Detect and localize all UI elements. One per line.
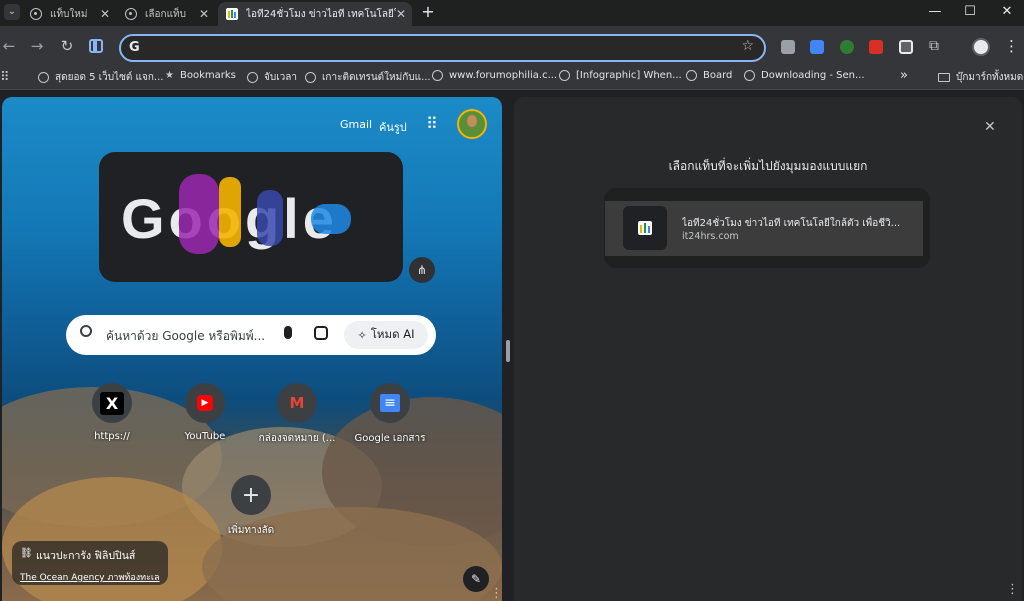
chrome-icon: [30, 8, 42, 20]
globe-icon: [559, 70, 570, 81]
link-icon: ⛓: [20, 548, 33, 559]
share-doodle-button[interactable]: ⋔: [409, 257, 435, 283]
close-split-view-icon[interactable]: ✕: [984, 119, 996, 135]
tab-select-tab[interactable]: เลือกแท็บ ✕: [117, 2, 215, 26]
star-icon: ★: [165, 70, 174, 81]
bookmark-item[interactable]: จับเวลา: [247, 70, 297, 85]
customize-chrome-button[interactable]: ✎: [463, 566, 489, 592]
globe-icon: [432, 70, 443, 81]
close-tab-icon[interactable]: ✕: [199, 7, 209, 21]
pane-menu-icon[interactable]: ⋮: [490, 586, 503, 601]
ai-sparkle-icon: ✧: [357, 328, 367, 342]
shortcut-tile[interactable]: ▶ YouTube: [165, 383, 245, 442]
tab-picker-item-title: ไอที24ชั่วโมง ข่าวไอที เทคโนโลยีใกล้ตัว …: [682, 218, 901, 229]
folder-icon: [938, 73, 950, 82]
bookmark-item[interactable]: Downloading - Sen...: [744, 70, 865, 81]
reload-button[interactable]: ↻: [58, 37, 76, 55]
bookmark-item[interactable]: ★ Bookmarks: [165, 70, 236, 81]
forward-button[interactable]: →: [28, 37, 46, 55]
profile-avatar-icon[interactable]: [972, 38, 990, 56]
close-window-button[interactable]: ✕: [997, 4, 1017, 19]
tab-strip: ⌄ แท็บใหม่ ✕ เลือกแท็บ ✕ ไอที24ชั่วโมง ข…: [0, 0, 1024, 26]
chat-extension-icon[interactable]: [899, 40, 913, 54]
omnibox-input[interactable]: [149, 39, 729, 57]
tab-new-tab[interactable]: แท็บใหม่ ✕: [22, 2, 116, 26]
add-shortcut-tile[interactable]: + เพิ่มทางลัด: [211, 475, 291, 538]
search-icon: [80, 325, 92, 337]
search-placeholder: ค้นหาด้วย Google หรือพิมพ์...: [106, 329, 266, 343]
globe-icon: [38, 72, 49, 83]
tab-label: ไอที24ชั่วโมง ข่าวไอที เทคโนโลยีใกล้...: [246, 8, 396, 20]
close-tab-icon[interactable]: ✕: [100, 7, 110, 21]
bookmark-item[interactable]: [Infographic] When...: [559, 70, 682, 81]
tab-label: แท็บใหม่: [50, 8, 88, 20]
attribution-source[interactable]: The Ocean Agency ภาพท้องทะเล: [20, 570, 160, 584]
extensions-puzzle-icon[interactable]: ⧉: [929, 38, 939, 54]
images-link[interactable]: ค้นรูป: [379, 118, 407, 136]
bookmark-item[interactable]: www.forumophilia.c...: [432, 70, 557, 81]
background-attribution[interactable]: ⛓ แนวปะการัง ฟิลิปปินส์ The Ocean Agency…: [12, 541, 168, 585]
tab-picker-item-url: it24hrs.com: [682, 231, 739, 242]
doodle-figure: [257, 190, 283, 246]
bookmark-star-icon[interactable]: ☆: [741, 38, 754, 54]
google-docs-logo-icon: ≡: [370, 383, 410, 423]
tab-search-button[interactable]: ⌄: [4, 4, 20, 20]
it24hrs-favicon-icon: [226, 8, 238, 20]
translate-extension-icon[interactable]: [810, 40, 824, 54]
shortcut-tile[interactable]: X https://: [72, 383, 152, 442]
tab-label: เลือกแท็บ: [145, 8, 186, 20]
shortcut-tile[interactable]: M กล่องจดหมาย (...: [257, 383, 337, 446]
globe-icon: [744, 70, 755, 81]
bookmark-item[interactable]: สุดยอด 5 เว็บไซต์ แจก...: [38, 70, 163, 85]
shortcut-tile[interactable]: ≡ Google เอกสาร: [350, 383, 430, 446]
chrome-menu-icon[interactable]: ⋮: [1004, 37, 1019, 55]
gmail-link[interactable]: Gmail: [340, 118, 372, 131]
gmail-logo-icon: M: [277, 383, 317, 423]
minimize-button[interactable]: —: [925, 4, 945, 19]
pdf-extension-icon[interactable]: [869, 40, 883, 54]
x-logo-icon: X: [92, 383, 132, 423]
side-panel-icon[interactable]: [89, 39, 103, 53]
google-search-box[interactable]: ค้นหาด้วย Google หรือพิมพ์... ✧ โหมด AI: [66, 315, 436, 355]
youtube-logo-icon: ▶: [185, 383, 225, 423]
tab-it24hrs[interactable]: ไอที24ชั่วโมง ข่าวไอที เทคโนโลยีใกล้... …: [218, 2, 412, 26]
voice-search-icon[interactable]: [284, 326, 292, 339]
split-view-heading: เลือกแท็บที่จะเพิ่มไปยังมุมมองแบบแยก: [668, 159, 868, 173]
pane-menu-icon[interactable]: ⋮: [1006, 582, 1019, 597]
plus-icon: +: [231, 475, 271, 515]
split-view-divider-handle[interactable]: [506, 340, 510, 362]
maximize-button[interactable]: ☐: [960, 4, 980, 19]
bookmark-item[interactable]: เกาะติดเทรนด์ใหม่กับแ...: [305, 70, 431, 85]
google-doodle[interactable]: Google: [99, 152, 403, 282]
bookmarks-overflow-button[interactable]: »: [900, 68, 908, 83]
line-extension-icon[interactable]: [840, 40, 854, 54]
all-bookmarks-folder[interactable]: บุ๊กมาร์กทั้งหมด: [938, 70, 1023, 85]
apps-grid-icon[interactable]: ⠿: [0, 70, 10, 85]
globe-icon: [686, 70, 697, 81]
it24hrs-favicon-icon: [623, 206, 667, 250]
address-bar[interactable]: G ☆: [119, 34, 766, 62]
chrome-icon: [125, 8, 137, 20]
ai-mode-button[interactable]: ✧ โหมด AI: [344, 321, 428, 349]
account-avatar[interactable]: [457, 109, 487, 139]
screenshot-extension-icon[interactable]: [781, 40, 795, 54]
doodle-figure: [219, 177, 241, 247]
globe-icon: [305, 72, 316, 83]
globe-icon: [247, 72, 258, 83]
bookmark-item[interactable]: Board: [686, 70, 732, 81]
back-button[interactable]: ←: [0, 37, 18, 55]
google-apps-icon[interactable]: ⠿: [426, 114, 438, 133]
lens-search-icon[interactable]: [314, 326, 328, 340]
attribution-title[interactable]: แนวปะการัง ฟิลิปปินส์: [36, 547, 160, 564]
google-g-icon: G: [129, 40, 140, 55]
close-tab-icon[interactable]: ✕: [396, 7, 406, 21]
doodle-figure: [311, 204, 351, 234]
doodle-figure: [179, 174, 219, 254]
bookmarks-bar: ⠿ สุดยอด 5 เว็บไซต์ แจก... ★ Bookmarks จั…: [0, 66, 1024, 90]
new-tab-button[interactable]: +: [418, 2, 438, 21]
